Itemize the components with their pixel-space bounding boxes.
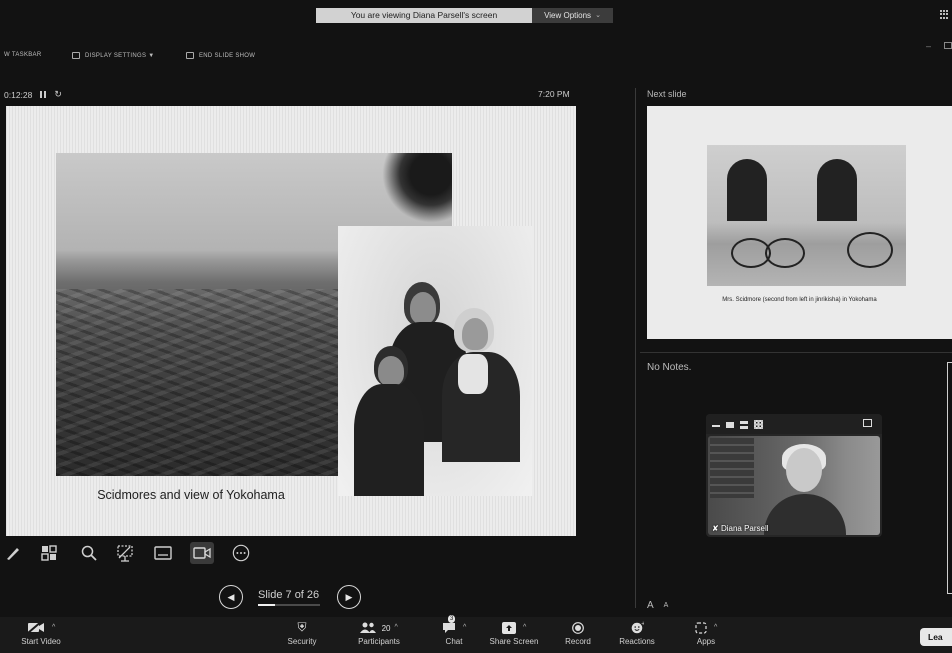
- security-label: Security: [287, 637, 317, 646]
- reactions-button[interactable]: + Reactions: [614, 617, 660, 646]
- expand-video-icon[interactable]: [863, 419, 872, 427]
- participants-button[interactable]: 20 ^ Participants: [344, 617, 414, 646]
- next-slide-label: Next slide: [647, 89, 687, 99]
- slide-progress-fill: [258, 604, 275, 606]
- current-slide[interactable]: Scidmores and view of Yokohama: [6, 106, 576, 536]
- start-video-button[interactable]: ^ Start Video: [12, 617, 70, 646]
- laser-pointer-icon[interactable]: [116, 544, 134, 562]
- prev-icon: ◀: [227, 591, 235, 602]
- share-screen-button[interactable]: ^ Share Screen: [484, 617, 544, 646]
- zoom-icon[interactable]: [80, 544, 98, 562]
- end-slide-show-button[interactable]: END SLIDE SHOW: [186, 52, 255, 59]
- speaker-view-icon[interactable]: [726, 422, 734, 428]
- pause-icon[interactable]: [40, 91, 47, 98]
- notes-font-controls: A A: [647, 600, 668, 611]
- right-panel-edge: [947, 362, 952, 594]
- reactions-icon: +: [631, 620, 645, 634]
- chevron-up-icon[interactable]: ^: [394, 624, 397, 631]
- view-options-label: View Options: [544, 11, 592, 20]
- minimize-video-icon[interactable]: [712, 425, 720, 427]
- apps-icon: [695, 620, 710, 634]
- participants-icon: [360, 620, 379, 634]
- video-feed: [708, 436, 880, 535]
- share-screen-label: Share Screen: [489, 637, 539, 646]
- elapsed-time: 0:12:28: [4, 89, 33, 100]
- gallery-strip-icon[interactable]: [740, 421, 748, 429]
- chat-label: Chat: [445, 637, 463, 646]
- participant-name-text: Diana Parsell: [720, 524, 769, 533]
- participant-name: ✘ Diana Parsell: [712, 524, 769, 533]
- camera-icon[interactable]: [190, 542, 214, 564]
- participants-count: 20: [381, 624, 391, 633]
- apps-label: Apps: [696, 637, 716, 646]
- leave-button[interactable]: Lea: [920, 628, 952, 646]
- video-off-icon: [27, 620, 48, 635]
- view-options-button[interactable]: View Options ⌄: [532, 8, 613, 23]
- viewing-banner: You are viewing Diana Parsell's screen V…: [316, 8, 613, 23]
- current-time: 7:20 PM: [538, 89, 570, 99]
- panel-separator: [640, 352, 952, 353]
- svg-text:+: +: [641, 621, 644, 627]
- record-icon: [572, 620, 584, 634]
- chat-button[interactable]: 3 ^ Chat: [434, 615, 474, 646]
- share-icon: [501, 620, 519, 634]
- restart-timer-icon[interactable]: ↻: [54, 89, 62, 100]
- reactions-label: Reactions: [619, 637, 655, 646]
- jinrikisha-photo: [707, 145, 906, 286]
- speaker-notes: No Notes.: [647, 362, 692, 373]
- chevron-up-icon[interactable]: ^: [52, 624, 55, 631]
- next-slide-preview[interactable]: Mrs. Scidmore (second from left in jinri…: [647, 106, 952, 339]
- next-slide-button[interactable]: ▶: [337, 585, 361, 609]
- end-show-label: END SLIDE SHOW: [199, 52, 256, 59]
- start-video-label: Start Video: [21, 637, 61, 646]
- next-slide-caption: Mrs. Scidmore (second from left in jinri…: [722, 297, 877, 303]
- participant-video[interactable]: ✘ Diana Parsell: [706, 414, 882, 537]
- next-icon: ▶: [345, 591, 353, 602]
- scidmore-family-photo: [338, 226, 532, 496]
- shield-icon: ⛨: [297, 620, 307, 634]
- slide-counter: Slide 7 of 26: [258, 589, 320, 601]
- end-show-icon: [186, 52, 194, 59]
- subtitles-icon[interactable]: [154, 544, 172, 562]
- gallery-grid-icon[interactable]: [754, 420, 763, 429]
- increase-font-button[interactable]: A: [647, 600, 654, 611]
- more-icon[interactable]: [232, 544, 250, 562]
- chevron-up-icon[interactable]: ^: [523, 624, 526, 631]
- presentation-timer: 0:12:28 ↻: [4, 89, 62, 100]
- pen-icon[interactable]: [4, 544, 22, 562]
- taskbar-button[interactable]: W TASKBAR: [4, 52, 41, 58]
- taskbar-label: W TASKBAR: [4, 52, 42, 58]
- meeting-controls-bar: ^ Start Video ⛨ Security 20 ^ Participant…: [0, 615, 952, 653]
- chevron-up-icon[interactable]: ^: [714, 624, 717, 631]
- record-button[interactable]: Record: [560, 617, 596, 646]
- display-settings-icon: [72, 52, 80, 59]
- window-grid-icon[interactable]: [940, 10, 949, 19]
- restore-icon[interactable]: [944, 42, 952, 49]
- record-label: Record: [565, 637, 591, 646]
- slide-caption: Scidmores and view of Yokohama: [97, 488, 285, 502]
- minimize-icon[interactable]: –: [926, 41, 931, 51]
- prev-slide-button[interactable]: ◀: [219, 585, 243, 609]
- panel-divider[interactable]: [635, 88, 636, 608]
- chevron-down-icon: ⌄: [595, 12, 601, 20]
- apps-button[interactable]: ^ Apps: [684, 617, 728, 646]
- display-settings-button[interactable]: DISPLAY SETTINGS ▼: [72, 52, 154, 59]
- slide-progress-bar: [258, 604, 320, 606]
- participants-label: Participants: [358, 637, 400, 646]
- display-settings-label: DISPLAY SETTINGS ▼: [85, 52, 155, 59]
- chevron-up-icon[interactable]: ^: [463, 624, 466, 631]
- security-button[interactable]: ⛨ Security: [282, 617, 322, 646]
- viewing-message: You are viewing Diana Parsell's screen: [316, 8, 532, 23]
- decrease-font-button[interactable]: A: [664, 602, 669, 611]
- slides-grid-icon[interactable]: [40, 544, 58, 562]
- video-toolbar: [706, 414, 882, 434]
- pin-icon: ✘: [712, 524, 721, 533]
